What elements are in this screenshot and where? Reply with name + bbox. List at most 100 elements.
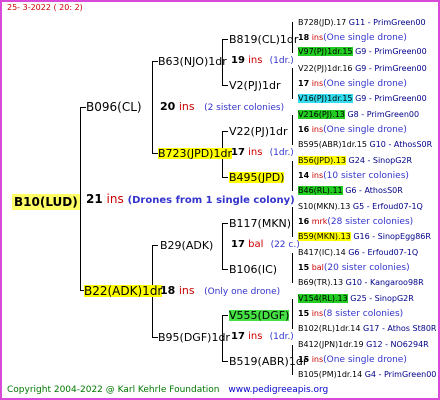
gen1-node-1[interactable]: B22(ADK)1dr — [84, 285, 163, 297]
gen4-ins-count: 17 — [298, 79, 310, 88]
connector — [222, 85, 228, 86]
gen4-source: G17 - Athos St80R — [363, 324, 437, 333]
gen4-ins-row-19: 15 ins(8 sister colonies) — [298, 310, 403, 319]
gen4-name[interactable]: B59(MKN).13 — [298, 232, 351, 241]
gen4-ins-label: bal — [311, 263, 324, 272]
gen2-node-0[interactable]: B63(NJO)1dr — [158, 56, 227, 67]
connector — [152, 61, 153, 153]
gen4-row-17[interactable]: B69(TR).13 G10 - Kangaroo98R — [298, 279, 424, 287]
gen1-note-1: (Only one drone) — [204, 287, 281, 297]
gen4-source: G6 - Erfoud07-1Q — [348, 248, 419, 257]
connector — [222, 177, 228, 178]
gen2-node-2[interactable]: B29(ADK) — [160, 240, 213, 251]
gen4-row-23[interactable]: B105(PM)1dr.14 G4 - PrimGreen00 — [298, 371, 436, 379]
gen4-name[interactable]: S10(MKN).13 — [298, 202, 350, 211]
gen4-name[interactable]: B595(ABR)1dr.15 — [298, 140, 367, 149]
gen4-source: G25 - SinopG2R — [350, 294, 414, 303]
gen4-ins-count: 15 — [298, 309, 310, 318]
gen3-node-6[interactable]: V555(DGF) — [229, 310, 290, 321]
gen4-name[interactable]: B102(RL)1dr.14 — [298, 324, 360, 333]
gen4-name[interactable]: B412(JPN)1dr.19 — [298, 340, 364, 349]
gen4-name[interactable]: V97(PJ)1dr.15 — [298, 47, 353, 56]
gen2-node-3[interactable]: B95(DGF)1dr — [158, 332, 230, 343]
gen4-ins-row-7: 16 ins(One single drone) — [298, 126, 407, 135]
gen1-ins-count-0: 20 — [160, 100, 176, 113]
gen4-note: (20 sister colonies) — [323, 263, 410, 273]
gen4-ins-row-22: 15 ins(One single drone) — [298, 356, 407, 365]
gen3-node-7[interactable]: B519(ABR)1dr — [229, 356, 307, 367]
root-ins-count: 21 — [86, 192, 103, 206]
gen2-ins-label-0: ins — [248, 55, 263, 66]
gen2-ins-1: 17 ins (1dr.) — [231, 148, 294, 158]
gen4-row-6[interactable]: V216(PJ).13 G8 - PrimGreen00 — [298, 110, 419, 119]
gen1-node-0[interactable]: B096(CL) — [86, 101, 142, 113]
root-node[interactable]: B10(LUD) — [12, 193, 80, 210]
gen4-name[interactable]: V16(PJ)1dr.15 — [298, 94, 353, 103]
gen4-row-14[interactable]: B59(MKN).13 G16 - SinopEgg86R — [298, 232, 431, 241]
gen4-source: G24 - SinopG2R — [348, 156, 413, 165]
gen3-node-4[interactable]: B117(MKN) — [229, 218, 291, 229]
connector — [292, 115, 293, 145]
gen4-name[interactable]: B417(IC).14 — [298, 248, 346, 257]
gen2-node-1[interactable]: B723(JPD)1dr — [158, 148, 232, 159]
gen4-ins-label: ins — [311, 355, 324, 364]
gen4-name[interactable]: V22(PJ)1dr.16 — [298, 64, 353, 73]
gen4-name[interactable]: B105(PM)1dr.14 — [298, 370, 362, 379]
gen3-node-0[interactable]: B819(CL)1dr — [229, 34, 298, 45]
gen4-source: G16 - SinopEgg86R — [353, 232, 431, 241]
connector — [292, 68, 293, 99]
gen2-note-0: (1dr.) — [269, 56, 294, 66]
gen4-row-8[interactable]: B595(ABR)1dr.15 G10 - AthosS0R — [298, 141, 432, 149]
gen2-ins-0: 19 ins (1dr.) — [231, 56, 294, 66]
gen4-note: (One single drone) — [323, 79, 407, 89]
gen4-name[interactable]: B728(JD).17 — [298, 18, 346, 27]
gen3-node-5[interactable]: B106(IC) — [229, 264, 277, 275]
gen4-row-5[interactable]: V16(PJ)1dr.15 G9 - PrimGreen00 — [298, 94, 427, 103]
gen4-row-21[interactable]: B412(JPN)1dr.19 G12 - NO6294R — [298, 341, 429, 349]
gen4-name[interactable]: B69(TR).13 — [298, 278, 343, 287]
gen4-row-2[interactable]: V97(PJ)1dr.15 G9 - PrimGreen00 — [298, 47, 427, 56]
gen4-name[interactable]: B56(JPD).13 — [298, 156, 346, 165]
gen4-source: G10 - AthosS0R — [369, 140, 433, 149]
gen4-ins-label: mrk — [311, 217, 328, 226]
root-note: (Drones from 1 single colony) — [127, 195, 295, 206]
connector — [292, 253, 293, 283]
footer-copyright: Copyright 2004-2022 @ Karl Kehrle Founda… — [7, 386, 328, 395]
gen4-note: (10 sister colonies) — [323, 171, 409, 181]
root-name[interactable]: B10(LUD) — [12, 194, 80, 210]
gen4-ins-label: ins — [311, 79, 324, 88]
gen4-name[interactable]: V154(RL).13 — [298, 294, 348, 303]
gen4-row-11[interactable]: B46(RL).11 G6 - AthosS0R — [298, 186, 403, 195]
gen4-ins-count: 14 — [298, 171, 310, 180]
gen3-node-3[interactable]: B495(JPD) — [229, 172, 285, 183]
gen4-row-15[interactable]: B417(IC).14 G6 - Erfoud07-1Q — [298, 249, 418, 257]
gen4-row-18[interactable]: V154(RL).13 G25 - SinopG2R — [298, 294, 414, 303]
gen2-ins-label-2: bal — [248, 239, 264, 250]
gen4-row-9[interactable]: B56(JPD).13 G24 - SinopG2R — [298, 156, 413, 165]
gen4-row-12[interactable]: S10(MKN).13 G5 - Erfoud07-1Q — [298, 203, 423, 211]
connector — [80, 107, 81, 291]
gen4-ins-label: ins — [311, 33, 324, 42]
gen4-source: G9 - PrimGreen00 — [355, 64, 427, 73]
connector — [222, 223, 228, 224]
gen3-node-2[interactable]: V22(PJ)1dr — [229, 126, 288, 137]
connector — [152, 245, 158, 246]
gen4-ins-label: ins — [311, 125, 324, 134]
connector — [292, 161, 293, 191]
gen4-note: (One single drone) — [323, 33, 407, 43]
connector — [222, 269, 228, 270]
gen4-name[interactable]: B46(RL).11 — [298, 186, 343, 195]
gen4-ins-count: 16 — [298, 217, 310, 226]
gen2-note-1: (1dr.) — [269, 148, 294, 158]
gen4-note: (8 sister colonies) — [323, 309, 404, 319]
gen2-ins-count-0: 19 — [231, 55, 245, 66]
gen4-ins-count: 18 — [298, 33, 310, 42]
gen2-ins-label-3: ins — [248, 331, 263, 342]
gen4-row-20[interactable]: B102(RL)1dr.14 G17 - Athos St80R — [298, 325, 436, 333]
site-link[interactable]: www.pedigreeapis.org — [228, 385, 328, 395]
gen3-node-1[interactable]: V2(PJ)1dr — [229, 80, 281, 91]
gen4-name[interactable]: V216(PJ).13 — [298, 110, 345, 119]
gen1-note-0: (2 sister colonies) — [204, 103, 285, 113]
gen4-row-3[interactable]: V22(PJ)1dr.16 G9 - PrimGreen00 — [298, 65, 427, 73]
gen4-row-0[interactable]: B728(JD).17 G11 - PrimGreen00 — [298, 19, 426, 27]
